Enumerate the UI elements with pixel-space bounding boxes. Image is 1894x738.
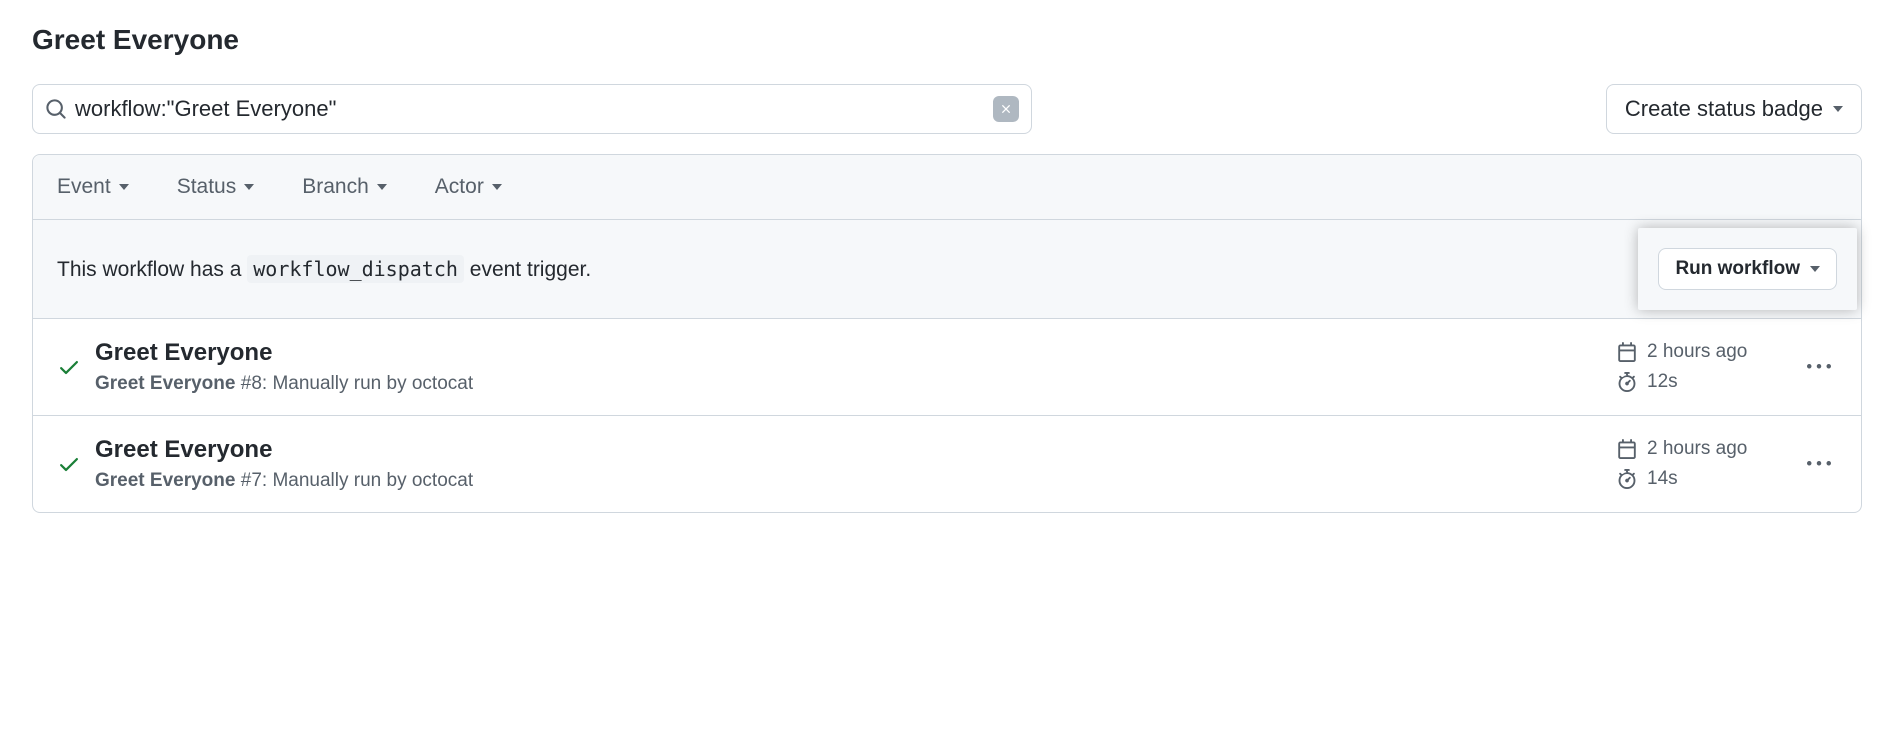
- run-number: #8: [241, 373, 262, 394]
- filter-event[interactable]: Event: [57, 175, 129, 199]
- run-duration: 12s: [1647, 371, 1678, 393]
- kebab-icon: [1807, 452, 1831, 476]
- workflow-runs-panel: Event Status Branch Actor This workflow …: [32, 154, 1862, 513]
- run-workflow-name: Greet Everyone: [95, 373, 235, 394]
- calendar-icon: [1617, 439, 1637, 459]
- check-success-icon: [57, 452, 81, 476]
- caret-down-icon: [1833, 106, 1843, 112]
- caret-down-icon: [377, 184, 387, 190]
- filter-actor[interactable]: Actor: [435, 175, 502, 199]
- run-workflow-highlight: Run workflow: [1638, 228, 1857, 310]
- calendar-icon: [1617, 342, 1637, 362]
- run-subtitle: Greet Everyone #8: Manually run by octoc…: [95, 373, 1603, 395]
- filter-status[interactable]: Status: [177, 175, 255, 199]
- check-success-icon: [57, 355, 81, 379]
- dispatch-code: workflow_dispatch: [247, 255, 464, 283]
- run-menu-button[interactable]: [1801, 355, 1837, 379]
- run-workflow-button[interactable]: Run workflow: [1658, 248, 1837, 290]
- caret-down-icon: [119, 184, 129, 190]
- filter-actor-label: Actor: [435, 175, 484, 199]
- run-title[interactable]: Greet Everyone: [95, 436, 1603, 464]
- create-status-badge-label: Create status badge: [1625, 96, 1823, 122]
- search-box[interactable]: [32, 84, 1032, 134]
- run-trigger-text: : Manually run by: [262, 470, 412, 491]
- filter-event-label: Event: [57, 175, 111, 199]
- filter-status-label: Status: [177, 175, 237, 199]
- page-title: Greet Everyone: [32, 24, 1862, 56]
- caret-down-icon: [244, 184, 254, 190]
- clear-search-icon[interactable]: [993, 96, 1019, 122]
- search-input[interactable]: [67, 96, 993, 122]
- run-subtitle: Greet Everyone #7: Manually run by octoc…: [95, 470, 1603, 492]
- run-time: 2 hours ago: [1647, 438, 1747, 460]
- workflow-run-row[interactable]: Greet Everyone Greet Everyone #8: Manual…: [33, 319, 1861, 416]
- dispatch-prefix: This workflow has a: [57, 258, 247, 281]
- stopwatch-icon: [1617, 372, 1637, 392]
- caret-down-icon: [492, 184, 502, 190]
- run-menu-button[interactable]: [1801, 452, 1837, 476]
- run-actor[interactable]: octocat: [412, 470, 473, 491]
- run-number: #7: [241, 470, 262, 491]
- run-actor[interactable]: octocat: [412, 373, 473, 394]
- run-title[interactable]: Greet Everyone: [95, 339, 1603, 367]
- dispatch-text: This workflow has a workflow_dispatch ev…: [57, 257, 591, 282]
- run-time: 2 hours ago: [1647, 341, 1747, 363]
- kebab-icon: [1807, 355, 1831, 379]
- run-duration: 14s: [1647, 468, 1678, 490]
- filter-branch[interactable]: Branch: [302, 175, 387, 199]
- run-workflow-name: Greet Everyone: [95, 470, 235, 491]
- filter-bar: Event Status Branch Actor: [33, 155, 1861, 220]
- stopwatch-icon: [1617, 469, 1637, 489]
- run-workflow-label: Run workflow: [1675, 258, 1800, 280]
- workflow-dispatch-banner: This workflow has a workflow_dispatch ev…: [33, 220, 1861, 319]
- search-icon: [45, 98, 67, 120]
- filter-branch-label: Branch: [302, 175, 369, 199]
- run-trigger-text: : Manually run by: [262, 373, 412, 394]
- dispatch-suffix: event trigger.: [464, 258, 591, 281]
- create-status-badge-button[interactable]: Create status badge: [1606, 84, 1862, 134]
- workflow-run-row[interactable]: Greet Everyone Greet Everyone #7: Manual…: [33, 416, 1861, 512]
- caret-down-icon: [1810, 266, 1820, 272]
